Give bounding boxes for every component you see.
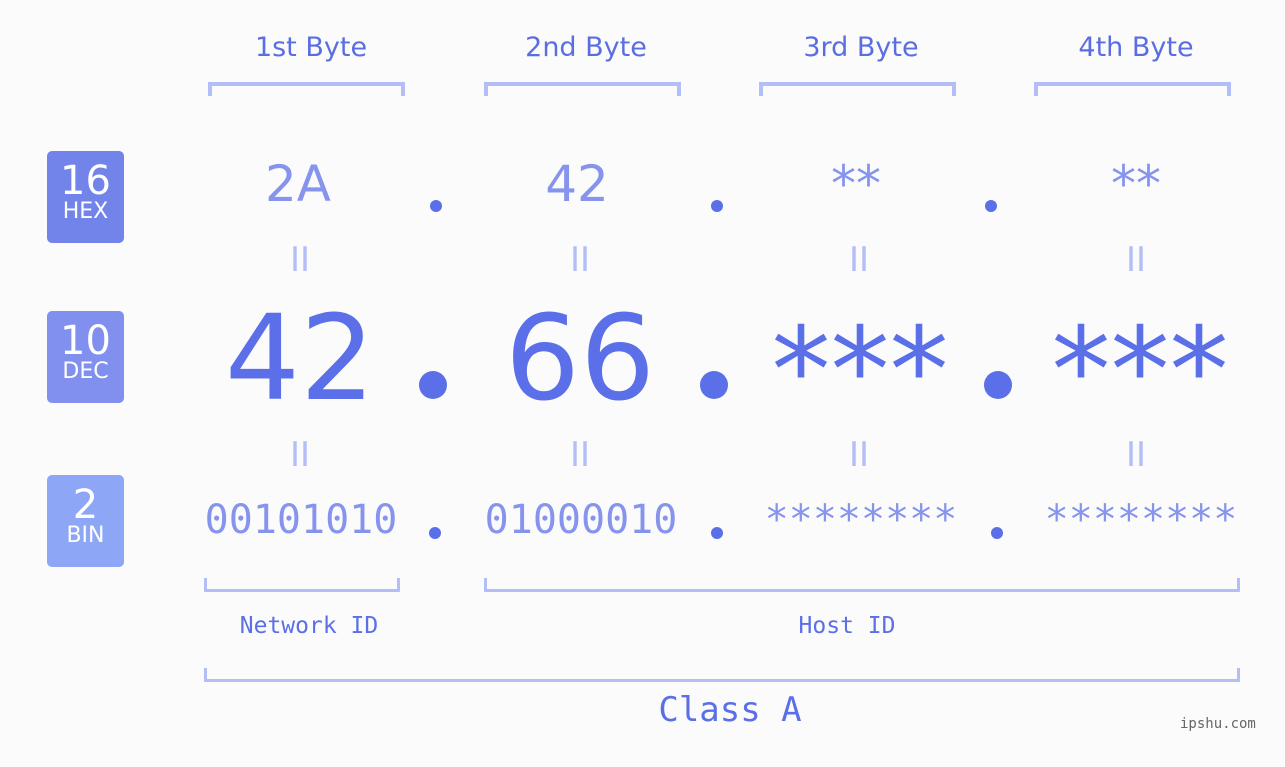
dec-byte-4: *** (1051, 301, 1229, 439)
bin-byte-3: ******** (764, 497, 958, 543)
hex-byte-1: 2A (264, 155, 331, 213)
byte-bracket-2 (484, 82, 681, 96)
equals-sign: II (289, 435, 311, 475)
byte-header-4: 4th Byte (1078, 32, 1194, 63)
hex-byte-3: ** (831, 155, 881, 213)
dec-byte-2: 66 (504, 289, 656, 427)
equals-sign: II (289, 240, 311, 280)
byte-bracket-1 (208, 82, 405, 96)
hex-byte-2: 42 (545, 155, 609, 213)
byte-header-1: 1st Byte (254, 32, 368, 63)
network-id-bracket (204, 578, 400, 592)
byte-header-3: 3rd Byte (803, 32, 919, 63)
dec-badge-number: 10 (60, 318, 111, 364)
host-id-bracket (484, 578, 1240, 592)
dec-byte-1: 42 (224, 289, 376, 427)
bin-badge-number: 2 (72, 482, 99, 528)
bin-separator-dot-3 (991, 527, 1003, 539)
dec-separator-dot-2 (700, 371, 728, 399)
network-id-label: Network ID (239, 613, 379, 639)
dec-badge-label: DEC (62, 359, 109, 384)
equals-sign: II (1125, 435, 1147, 475)
byte-bracket-3 (759, 82, 956, 96)
bin-separator-dot-2 (711, 527, 723, 539)
bin-badge: 2 BIN (47, 475, 124, 567)
bin-byte-4: ******** (1044, 497, 1238, 543)
hex-badge-label: HEX (62, 199, 109, 224)
equals-sign: II (848, 435, 870, 475)
equals-sign: II (569, 240, 591, 280)
hex-byte-4: ** (1111, 155, 1161, 213)
equals-sign: II (848, 240, 870, 280)
byte-header-2: 2nd Byte (525, 32, 647, 63)
bin-separator-dot-1 (429, 527, 441, 539)
class-bracket (204, 668, 1240, 682)
dec-byte-3: *** (771, 301, 949, 439)
equals-sign: II (569, 435, 591, 475)
dec-badge: 10 DEC (47, 311, 124, 403)
class-label: Class A (658, 690, 802, 730)
dec-separator-dot-1 (419, 371, 447, 399)
hex-separator-dot-2 (711, 200, 723, 212)
byte-bracket-4 (1034, 82, 1231, 96)
hex-separator-dot-3 (985, 200, 997, 212)
hex-badge-number: 16 (60, 158, 111, 204)
watermark: ipshu.com (1180, 716, 1256, 732)
hex-badge: 16 HEX (47, 151, 124, 243)
hex-separator-dot-1 (430, 200, 442, 212)
dec-separator-dot-3 (984, 371, 1012, 399)
host-id-label: Host ID (798, 613, 896, 639)
bin-byte-2: 01000010 (484, 497, 678, 543)
bin-badge-label: BIN (66, 523, 105, 548)
bin-byte-1: 00101010 (204, 497, 398, 543)
equals-sign: II (1125, 240, 1147, 280)
